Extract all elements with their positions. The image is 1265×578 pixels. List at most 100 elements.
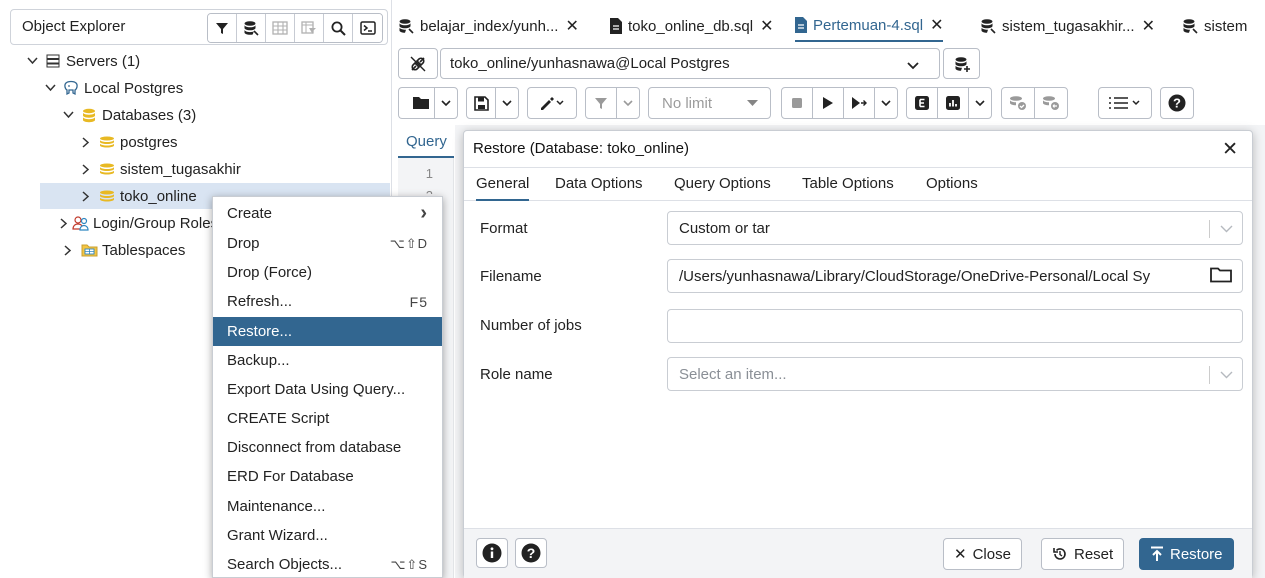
tab-toko-online-db[interactable]: toko_online_db.sql ✕ [610, 10, 774, 42]
explain-button[interactable] [906, 87, 938, 119]
tab-pertemuan-4[interactable]: Pertemuan-4.sql ✕ [795, 10, 944, 42]
chevron-down-icon [1220, 366, 1233, 383]
menu-item-disconnect[interactable]: Disconnect from database [213, 433, 442, 462]
context-menu: Create › Drop ⌥⇧D Drop (Force) Refresh..… [212, 196, 443, 578]
restore-button-label: Restore [1170, 545, 1223, 563]
new-connection-button[interactable] [943, 48, 980, 79]
tab-table-options[interactable]: Table Options [802, 175, 894, 192]
tab-data-options[interactable]: Data Options [555, 175, 643, 192]
tab-sistem[interactable]: sistem [1182, 10, 1247, 42]
close-icon[interactable]: ✕ [1222, 138, 1238, 161]
edit-button[interactable] [527, 87, 577, 119]
chevron-right-icon[interactable] [78, 188, 94, 204]
tree-node-tablespaces[interactable]: Tablespaces [60, 237, 185, 263]
tree-node-label: Databases (3) [102, 106, 197, 124]
object-explorer-header: Object Explorer [10, 9, 388, 45]
execute-script-button[interactable] [843, 87, 875, 119]
reset-button[interactable]: Reset [1041, 538, 1125, 570]
query-tool-icon[interactable] [237, 14, 266, 42]
tree-node-login-group-roles[interactable]: Login/Group Roles [60, 210, 212, 236]
tab-general[interactable]: General [476, 175, 530, 201]
menu-item-drop[interactable]: Drop ⌥⇧D [213, 229, 442, 258]
tab-query-options[interactable]: Query Options [674, 175, 771, 192]
chevron-down-icon [1220, 220, 1233, 237]
menu-item-drop-force[interactable]: Drop (Force) [213, 258, 442, 287]
menu-item-refresh[interactable]: Refresh... F5 [213, 287, 442, 316]
tree-node-label: sistem_tugasakhir [120, 160, 241, 178]
help-button[interactable]: ? [515, 538, 547, 568]
menu-item-create-script[interactable]: CREATE Script [213, 404, 442, 433]
tab-label: Pertemuan-4.sql [813, 16, 924, 34]
file-icon [610, 18, 622, 34]
macros-button[interactable] [1098, 87, 1152, 119]
close-icon[interactable]: ✕ [565, 16, 578, 36]
row-limit-select[interactable]: No limit [648, 87, 771, 119]
tree-node-servers[interactable]: Servers (1) [24, 48, 140, 74]
chevron-right-icon[interactable] [60, 242, 76, 258]
role-placeholder: Select an item... [679, 365, 787, 383]
roles-icon [72, 215, 89, 231]
tree-node-db-postgres[interactable]: postgres [78, 129, 178, 155]
connection-select[interactable]: toko_online/yunhasnawa@Local Postgres [440, 48, 940, 79]
tree-node-databases[interactable]: Databases (3) [60, 102, 196, 128]
filename-input[interactable]: /Users/yunhasnawa/Library/CloudStorage/O… [667, 259, 1243, 293]
connection-status-icon[interactable] [398, 48, 438, 79]
save-file-button[interactable] [466, 87, 496, 119]
menu-item-search-objects[interactable]: Search Objects... ⌥⇧S [213, 550, 442, 578]
table-view-icon[interactable] [266, 14, 295, 42]
restore-button[interactable]: Restore [1139, 538, 1234, 570]
divider [1209, 366, 1210, 384]
tree-node-local-postgres[interactable]: Local Postgres [42, 75, 183, 101]
close-icon[interactable]: ✕ [930, 15, 943, 35]
commit-button[interactable] [1001, 87, 1035, 119]
menu-item-export-data[interactable]: Export Data Using Query... [213, 375, 442, 404]
execute-button[interactable] [812, 87, 844, 119]
terminal-icon[interactable] [353, 14, 382, 42]
chevron-right-icon[interactable] [78, 134, 94, 150]
database-icon [98, 134, 116, 150]
tab-label: belajar_index/yunh... [420, 17, 559, 35]
tree-node-label: Local Postgres [84, 79, 184, 97]
open-file-dropdown[interactable] [434, 87, 458, 119]
save-file-dropdown[interactable] [495, 87, 519, 119]
tree-node-db-sistem-tugasakhir[interactable]: sistem_tugasakhir [78, 156, 241, 182]
filter-icon[interactable] [208, 14, 237, 42]
close-button[interactable]: ✕ Close [943, 538, 1022, 570]
menu-item-grant-wizard[interactable]: Grant Wizard... [213, 521, 442, 550]
close-icon[interactable]: ✕ [1142, 16, 1155, 36]
menu-item-create[interactable]: Create › [213, 199, 442, 228]
folder-icon[interactable] [1202, 267, 1232, 287]
menu-item-backup[interactable]: Backup... [213, 346, 442, 375]
tab-options[interactable]: Options [926, 175, 978, 192]
stop-button[interactable] [781, 87, 813, 119]
format-select[interactable]: Custom or tar [667, 211, 1243, 245]
reset-icon [1052, 546, 1068, 562]
menu-item-erd[interactable]: ERD For Database [213, 462, 442, 491]
menu-item-restore[interactable]: Restore... [213, 317, 442, 346]
chevron-down-icon[interactable] [60, 107, 76, 123]
tab-query[interactable]: Query [398, 128, 454, 158]
table-filter-icon[interactable] [295, 14, 324, 42]
svg-text:?: ? [527, 545, 536, 561]
tab-sistem-tugasakhir[interactable]: sistem_tugasakhir... ✕ [980, 10, 1155, 42]
jobs-input[interactable] [667, 309, 1243, 343]
tab-belajar-index[interactable]: belajar_index/yunh... ✕ [398, 10, 579, 42]
tree-node-label: Tablespaces [102, 241, 186, 259]
help-button[interactable]: ? [1160, 87, 1194, 119]
chevron-down-icon[interactable] [24, 53, 40, 69]
execute-dropdown[interactable] [874, 87, 898, 119]
filter-dropdown[interactable] [616, 87, 640, 119]
rollback-button[interactable] [1034, 87, 1068, 119]
info-button[interactable] [476, 538, 508, 568]
chevron-right-icon[interactable] [60, 215, 68, 231]
close-icon[interactable]: ✕ [760, 16, 773, 36]
filter-button[interactable] [585, 87, 617, 119]
search-icon[interactable] [324, 14, 353, 42]
menu-item-maintenance[interactable]: Maintenance... [213, 492, 442, 521]
tab-label: sistem [1204, 17, 1248, 35]
chevron-right-icon[interactable] [78, 161, 94, 177]
explain-dropdown[interactable] [968, 87, 992, 119]
role-select[interactable]: Select an item... [667, 357, 1243, 391]
chevron-down-icon[interactable] [42, 80, 58, 96]
explain-analyze-button[interactable] [937, 87, 969, 119]
